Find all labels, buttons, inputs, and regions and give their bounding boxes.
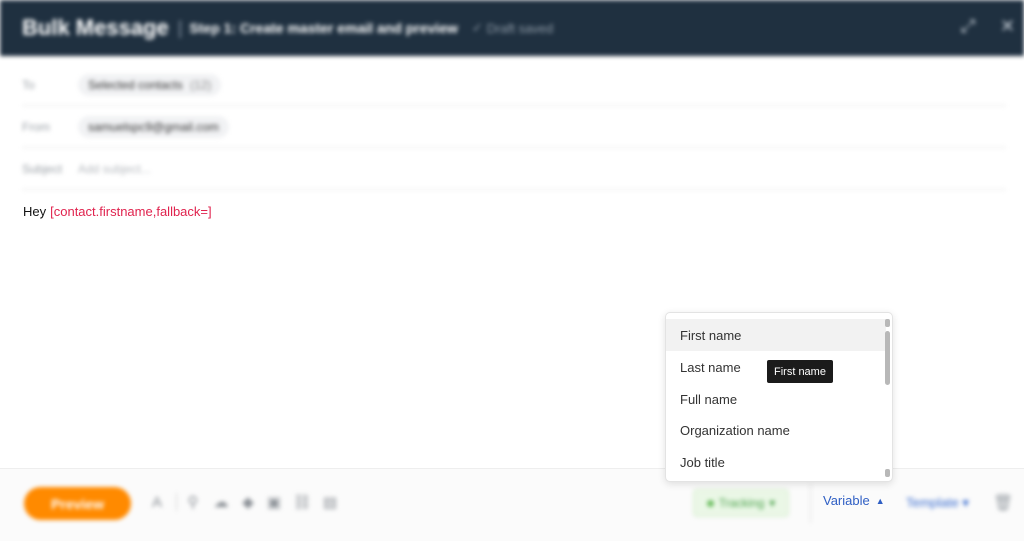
to-row: To Selected contacts (12) — [22, 64, 1006, 106]
step-title: Step 1: Create master email and preview — [189, 20, 458, 36]
email-body[interactable]: Hey [contact.firstname,fallback=] — [23, 204, 212, 219]
expand-icon[interactable]: ⤢ — [961, 16, 975, 37]
recipients-count: (12) — [190, 77, 212, 92]
tracking-status-dot — [706, 499, 714, 507]
close-icon[interactable]: ✕ — [1000, 16, 1015, 37]
dropdown-item-organization-name[interactable]: Organization name — [666, 414, 886, 446]
variable-button[interactable]: Variable ▲ — [823, 493, 885, 508]
subject-label: Subject — [22, 161, 63, 176]
preview-button[interactable]: Preview — [24, 487, 131, 520]
recipients-chip[interactable]: Selected contacts (12) — [78, 73, 222, 96]
caret-up-icon: ▲ — [875, 495, 885, 506]
title-separator: | — [177, 17, 183, 38]
window-header: Bulk Message | Step 1: Create master ema… — [0, 0, 1024, 56]
tracking-button[interactable]: Tracking ▾ — [693, 489, 789, 517]
dropdown-item-full-name[interactable]: Full name — [666, 383, 886, 415]
variable-label: Variable — [823, 493, 870, 508]
attachment-icon[interactable]: ⚲ — [184, 493, 202, 511]
to-label: To — [22, 77, 35, 92]
image-icon[interactable]: ▤ — [321, 493, 339, 511]
text-format-icon[interactable]: A — [148, 493, 166, 511]
toolbar-divider — [176, 493, 177, 511]
from-chip[interactable]: samuelspc9@gmail.com — [78, 115, 229, 138]
template-label: Template — [906, 495, 959, 510]
dropdown-scrollbar[interactable] — [885, 319, 890, 477]
scroll-up-arrow[interactable] — [885, 319, 890, 327]
firstname-variable: [contact.firstname,fallback=] — [50, 204, 212, 219]
tracking-caret-icon: ▾ — [769, 496, 776, 510]
template-button[interactable]: Template ▾ — [906, 495, 969, 511]
variable-dropdown: First name Last name Full name Organizat… — [665, 312, 893, 482]
footer-divider — [810, 483, 811, 523]
template-caret-icon: ▾ — [962, 495, 969, 510]
cloud-upload-icon[interactable]: ☁ — [212, 493, 230, 511]
subject-row: Subject Add subject... — [22, 148, 1006, 190]
hover-tooltip: First name — [767, 360, 833, 383]
subject-input[interactable]: Add subject... — [78, 162, 151, 176]
link-icon[interactable]: ⛓ — [292, 493, 311, 511]
from-label: From — [22, 119, 50, 134]
window-title: Bulk Message — [22, 15, 169, 40]
document-icon[interactable]: ▣ — [265, 493, 283, 511]
dropbox-icon[interactable]: ◆ — [239, 493, 257, 511]
trash-icon[interactable]: 🗑 — [993, 493, 1013, 513]
scroll-down-arrow[interactable] — [885, 469, 890, 477]
greeting-text: Hey — [23, 204, 47, 219]
check-icon: ✓ — [471, 20, 483, 35]
draft-status: ✓ Draft saved — [472, 20, 553, 36]
recipients-text: Selected contacts — [88, 77, 183, 92]
dropdown-item-first-name[interactable]: First name — [666, 319, 886, 351]
from-row: From samuelspc9@gmail.com — [22, 106, 1006, 148]
scrollbar-thumb[interactable] — [885, 331, 890, 385]
tracking-label: Tracking — [718, 496, 765, 510]
dropdown-item-job-title[interactable]: Job title — [666, 446, 886, 478]
draft-status-text: Draft saved — [486, 20, 554, 36]
